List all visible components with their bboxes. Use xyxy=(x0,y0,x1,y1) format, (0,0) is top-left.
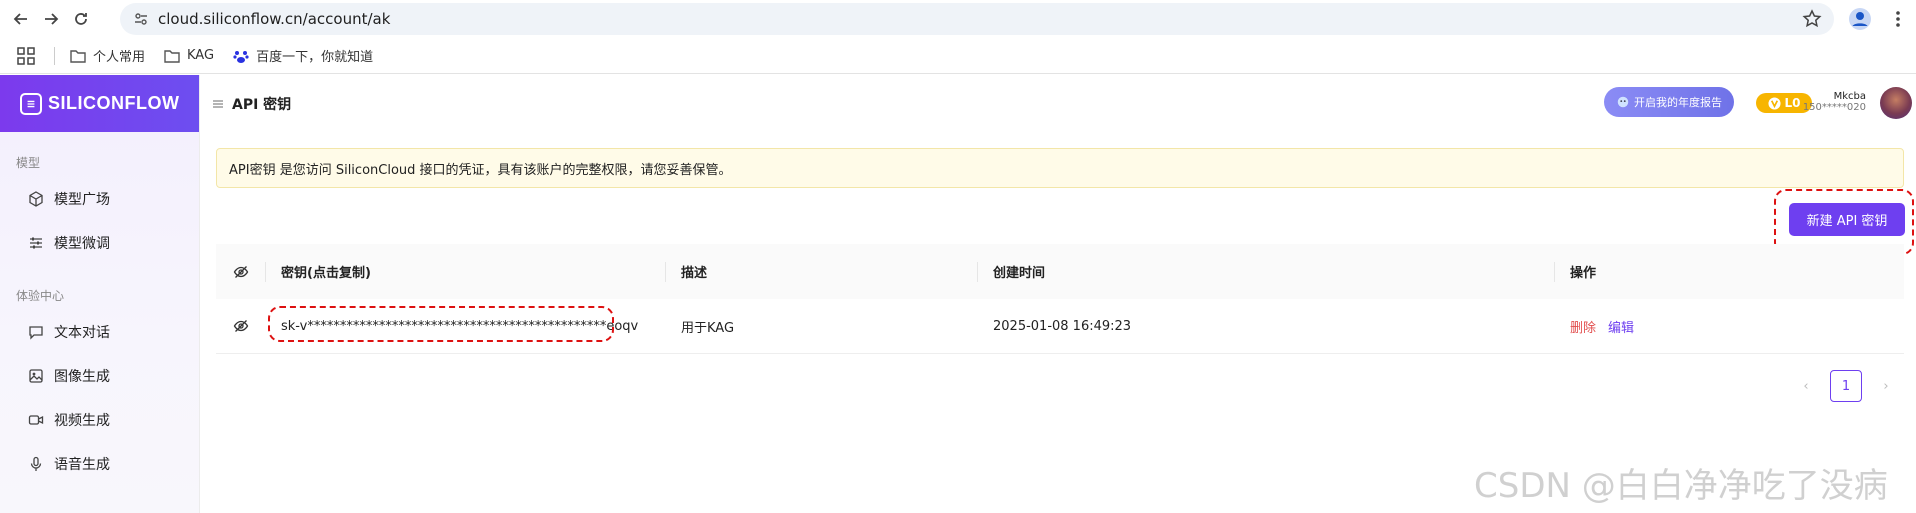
reload-icon xyxy=(75,13,87,25)
column-divider xyxy=(665,262,666,282)
highlight-annotation xyxy=(268,306,614,342)
edit-link[interactable]: 编辑 xyxy=(1608,317,1634,336)
key-description: 用于KAG xyxy=(681,320,735,336)
arrow-left-icon xyxy=(13,13,27,25)
col-header-desc: 描述 xyxy=(681,266,708,281)
mic-icon xyxy=(30,456,42,471)
page-header: API 密钥 开启我的年度报告 L0 Mkcba 150*****020 xyxy=(200,75,1916,133)
annual-report-button[interactable]: 开启我的年度报告 xyxy=(1604,87,1734,117)
toggle-visibility-row[interactable] xyxy=(216,318,265,334)
sliders-icon xyxy=(30,237,42,249)
col-header-ops: 操作 xyxy=(1570,266,1597,281)
bookmarks-bar: 个人常用 KAG 百度一下，你就知道 xyxy=(0,38,1916,74)
menu-toggle-icon[interactable] xyxy=(212,98,224,110)
user-info[interactable]: Mkcba 150*****020 xyxy=(1796,91,1866,113)
sidebar-item-text-chat[interactable]: 文本对话 xyxy=(0,310,199,354)
site-info-icon[interactable] xyxy=(130,8,152,30)
eye-off-icon xyxy=(233,320,248,332)
sidebar: SILICONFLOW 模型 模型广场 模型微调 体验中心 文本对话 图像生成 … xyxy=(0,75,200,513)
toggle-visibility-all[interactable] xyxy=(216,264,265,280)
row-actions: 删除 编辑 xyxy=(1554,317,1634,336)
prev-page-icon[interactable]: ‹ xyxy=(1796,379,1816,394)
eye-off-icon xyxy=(233,265,248,278)
bookmark-separator xyxy=(54,46,55,65)
chat-icon xyxy=(29,326,43,340)
watermark: CSDN @白白净净吃了没病 xyxy=(1474,466,1888,506)
page-number[interactable]: 1 xyxy=(1830,370,1862,402)
reload-button[interactable] xyxy=(66,4,96,34)
video-icon xyxy=(28,415,44,425)
logo[interactable]: SILICONFLOW xyxy=(0,75,199,132)
bookmark-folder-kag[interactable]: KAG xyxy=(163,47,214,65)
next-page-icon[interactable]: › xyxy=(1876,379,1896,394)
sidebar-item-model-square[interactable]: 模型广场 xyxy=(0,177,199,221)
mascot-icon xyxy=(1617,96,1629,108)
arrow-right-icon xyxy=(45,13,59,25)
sidebar-item-video-gen[interactable]: 视频生成 xyxy=(0,398,199,442)
security-notice: API密钥 是您访问 SiliconCloud 接口的凭证，具有该账户的完整权限… xyxy=(216,148,1904,188)
pagination: ‹ 1 › xyxy=(1796,370,1896,402)
table-header: 密钥(点击复制) 描述 创建时间 操作 xyxy=(216,244,1904,299)
delete-link[interactable]: 删除 xyxy=(1570,317,1596,336)
apps-grid-icon[interactable] xyxy=(16,46,36,66)
address-bar[interactable]: cloud.siliconflow.cn/account/ak xyxy=(120,3,1834,35)
cube-icon xyxy=(29,191,43,207)
browser-toolbar: cloud.siliconflow.cn/account/ak xyxy=(0,0,1916,38)
profile-icon[interactable] xyxy=(1848,7,1872,31)
back-button[interactable] xyxy=(6,4,36,34)
vip-v-icon xyxy=(1767,96,1781,110)
folder-icon xyxy=(164,49,180,63)
avatar[interactable] xyxy=(1880,87,1912,119)
sidebar-item-voice-gen[interactable]: 语音生成 xyxy=(0,442,199,486)
sidebar-item-fine-tune[interactable]: 模型微调 xyxy=(0,221,199,265)
sidebar-item-image-gen[interactable]: 图像生成 xyxy=(0,354,199,398)
col-header-time: 创建时间 xyxy=(993,266,1046,281)
column-divider xyxy=(1554,262,1555,282)
sidebar-section-title: 模型 xyxy=(16,156,41,170)
url-text[interactable]: cloud.siliconflow.cn/account/ak xyxy=(158,10,390,28)
page-title: API 密钥 xyxy=(232,97,292,113)
bookmark-baidu[interactable]: 百度一下，你就知道 xyxy=(232,46,373,65)
bookmark-star-icon[interactable] xyxy=(1802,9,1822,29)
image-icon xyxy=(29,369,43,383)
col-header-key: 密钥(点击复制) xyxy=(281,266,371,281)
forward-button[interactable] xyxy=(36,4,66,34)
key-created-time: 2025-01-08 16:49:23 xyxy=(993,318,1132,334)
baidu-paw-icon xyxy=(233,50,249,63)
siliconflow-logo-icon xyxy=(20,92,42,115)
new-api-key-button[interactable]: 新建 API 密钥 xyxy=(1789,203,1905,236)
folder-icon xyxy=(70,49,86,63)
column-divider xyxy=(977,262,978,282)
bookmark-folder-personal[interactable]: 个人常用 xyxy=(69,46,145,65)
more-menu-icon[interactable] xyxy=(1888,9,1908,29)
column-divider xyxy=(265,262,266,282)
sidebar-section-title: 体验中心 xyxy=(16,289,65,303)
